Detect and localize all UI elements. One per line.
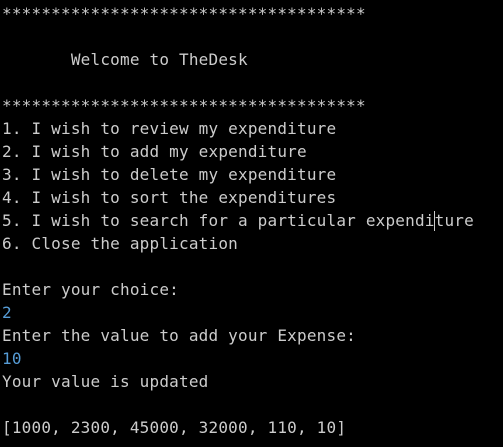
menu-item-search: 5. I wish to search for a particular exp… (2, 211, 474, 230)
separator-bottom: ************************************* (2, 96, 366, 115)
choice-input: 2 (2, 303, 12, 322)
choice-prompt: Enter your choice: (2, 280, 179, 299)
text-cursor (434, 211, 435, 231)
menu-item-review: 1. I wish to review my expenditure (2, 119, 337, 138)
menu-item-close: 6. Close the application (2, 234, 238, 253)
console-output[interactable]: ************************************* We… (0, 0, 503, 447)
menu-item-sort: 4. I wish to sort the expenditures (2, 188, 337, 207)
welcome-title: Welcome to TheDesk (2, 50, 248, 69)
value-input: 10 (2, 349, 22, 368)
menu-item-add: 2. I wish to add my expenditure (2, 142, 307, 161)
expenses-list: [1000, 2300, 45000, 32000, 110, 10] (2, 418, 347, 437)
value-prompt: Enter the value to add your Expense: (2, 326, 356, 345)
separator-top: ************************************* (2, 4, 366, 23)
menu-item-delete: 3. I wish to delete my expenditure (2, 165, 337, 184)
status-message: Your value is updated (2, 372, 209, 391)
